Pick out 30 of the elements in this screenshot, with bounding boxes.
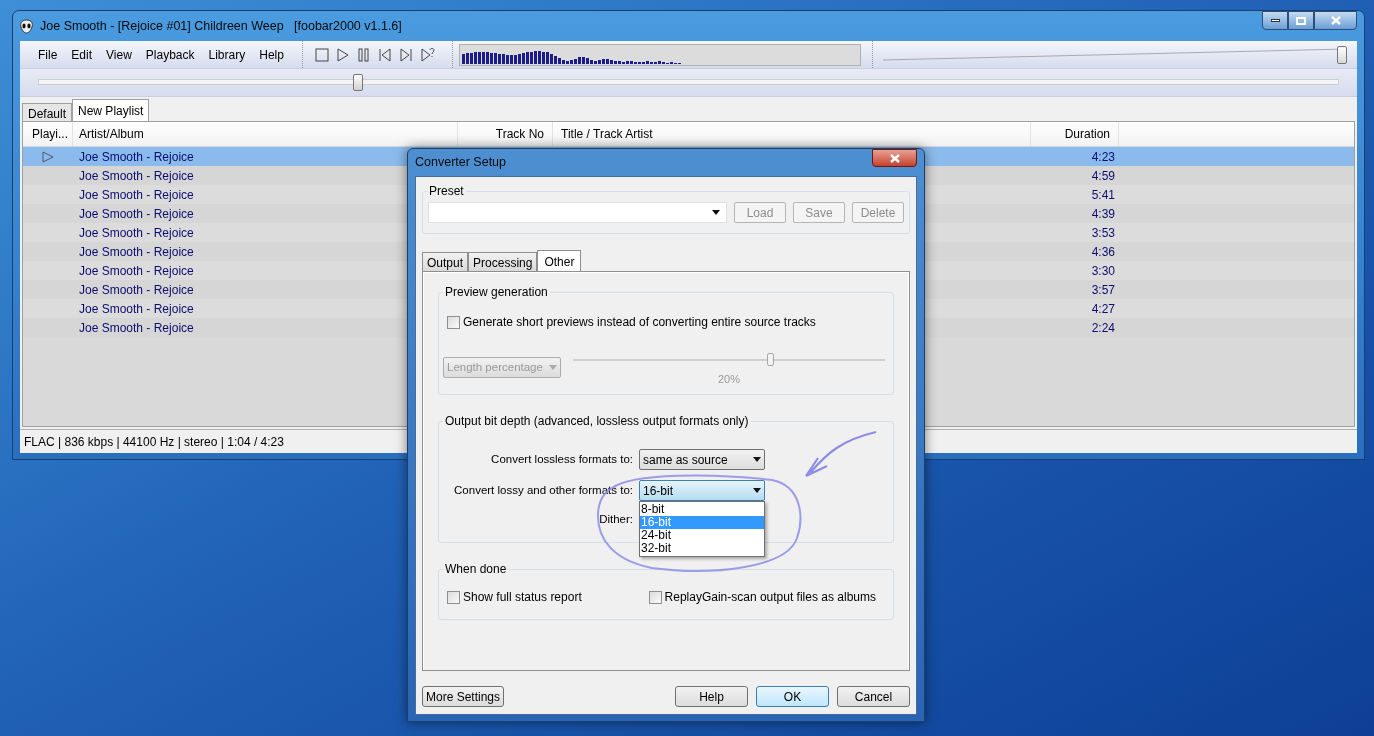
table-cell-text: 4:27 — [1090, 300, 1116, 318]
table-cell-text: Joe Smooth - Rejoice — [79, 167, 194, 185]
table-cell-text: Joe Smooth - Rejoice — [79, 319, 194, 337]
table-cell-text: Joe Smooth - Rejoice — [79, 281, 194, 299]
field-label: Convert lossless formats to: — [490, 451, 634, 467]
table-cell-text: Joe Smooth - Rejoice — [79, 205, 194, 223]
slider-value: 20% — [718, 372, 740, 387]
table-cell-text: 4:36 — [1090, 243, 1116, 261]
table-cell-text: 4:39 — [1090, 205, 1116, 223]
checkbox-label: Generate short previews instead of converting entire source tracks — [463, 314, 816, 331]
field-label: Dither: — [598, 512, 634, 527]
window-title: Joe Smooth - [Rejoice #01] Childreen Weep [foobar2000 v1.1.6] — [40, 17, 402, 35]
table-cell-text: 3:53 — [1090, 224, 1116, 242]
table-cell-text: Joe Smooth - Rejoice — [79, 243, 194, 261]
table-cell-text: 2:24 — [1090, 319, 1116, 337]
table-cell-text: Joe Smooth - Rejoice — [79, 224, 194, 242]
table-cell-text: 3:30 — [1090, 262, 1116, 280]
field-label: Convert lossy and other formats to: — [453, 482, 634, 498]
table-cell-text: 4:23 — [1090, 148, 1116, 166]
checkbox-label: Show full status report — [463, 589, 582, 606]
checkbox-label: ReplayGain-scan output files as albums — [664, 589, 876, 606]
table-cell-text: 3:57 — [1090, 281, 1116, 299]
group-title: Preview generation — [443, 284, 550, 300]
table-cell-text: Joe Smooth - Rejoice — [79, 186, 194, 204]
table-cell-text: Joe Smooth - Rejoice — [79, 300, 194, 318]
table-cell-text: 4:59 — [1090, 167, 1116, 185]
table-cell-text: Joe Smooth - Rejoice — [79, 148, 194, 166]
table-cell-text: 5:41 — [1090, 186, 1116, 204]
table-cell-text: Joe Smooth - Rejoice — [79, 262, 194, 280]
group-title: Output bit depth (advanced, lossless output formats only) — [443, 413, 751, 429]
